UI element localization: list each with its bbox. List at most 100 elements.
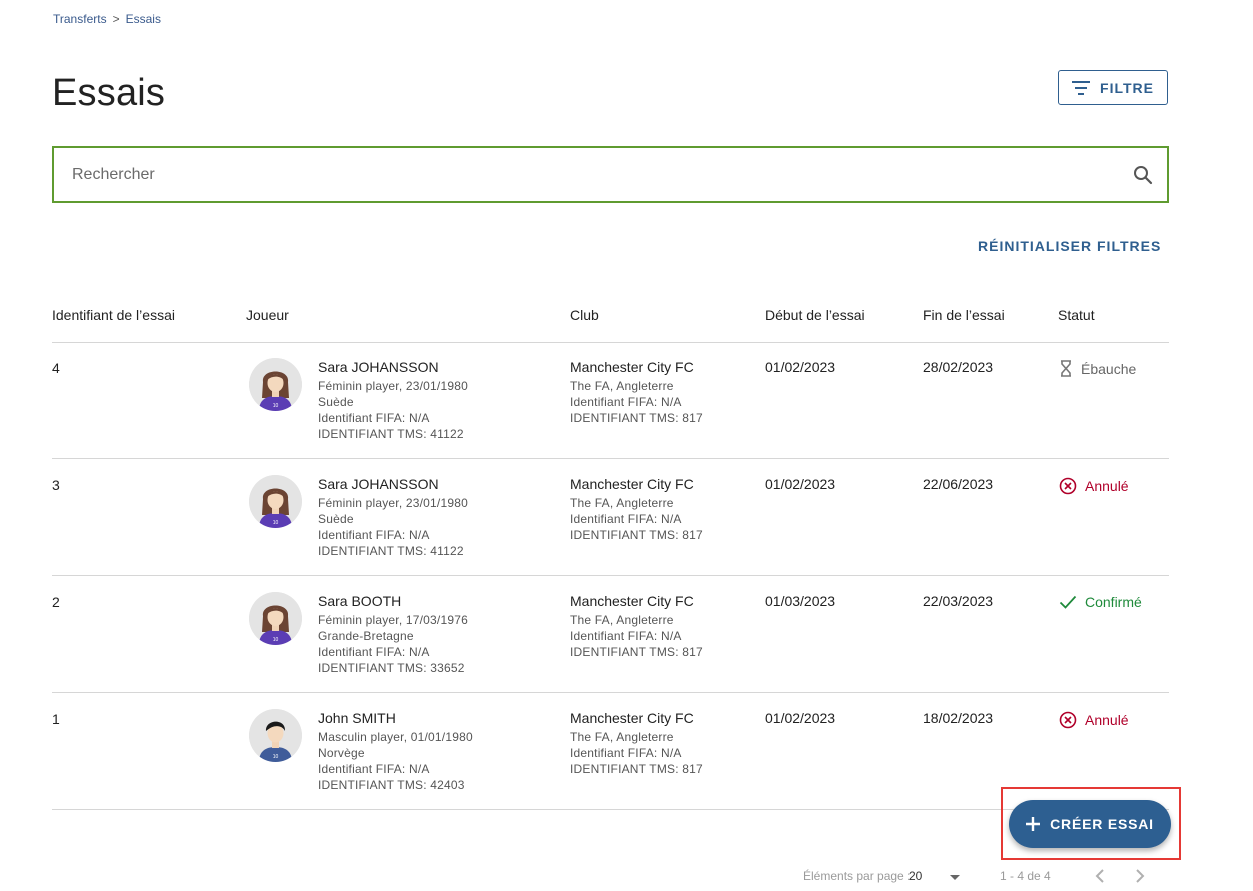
player-details: Féminin player, 23/01/1980 (318, 379, 468, 393)
player-tms-id: IDENTIFIANT TMS: 42403 (318, 778, 465, 792)
trial-end-date: 28/02/2023 (923, 359, 994, 375)
column-header-end[interactable]: Fin de l’essai (923, 307, 1005, 323)
trial-id: 4 (52, 360, 60, 376)
status-label: Ébauche (1081, 360, 1137, 377)
svg-text:10: 10 (273, 754, 279, 760)
player-tms-id: IDENTIFIANT TMS: 41122 (318, 427, 464, 441)
search-input[interactable] (70, 164, 1133, 185)
status-badge: Annulé (1059, 477, 1129, 495)
club-association: The FA, Angleterre (570, 613, 674, 627)
player-country: Suède (318, 395, 354, 409)
female-player-avatar-icon: 10 (249, 592, 302, 645)
player-name[interactable]: Sara JOHANSSON (318, 359, 468, 375)
status-label: Confirmé (1085, 594, 1142, 610)
filter-button-label: FILTRE (1100, 79, 1154, 96)
trial-id: 2 (52, 594, 60, 610)
player-details: Féminin player, 17/03/1976 (318, 613, 468, 627)
column-header-status[interactable]: Statut (1058, 307, 1095, 323)
cancel-circle-icon (1059, 711, 1077, 729)
svg-text:10: 10 (273, 637, 279, 643)
items-per-page-select[interactable]: 20 (909, 869, 922, 883)
chevron-right-icon[interactable] (1134, 868, 1146, 884)
club-fifa-id: Identifiant FIFA: N/A (570, 629, 682, 643)
club-tms-id: IDENTIFIANT TMS: 817 (570, 411, 703, 425)
player-fifa-id: Identifiant FIFA: N/A (318, 528, 430, 542)
player-name[interactable]: Sara BOOTH (318, 593, 468, 609)
table-row[interactable]: 4 10 Sara JOHANSSON Féminin player, 23/0… (52, 342, 1169, 459)
column-header-club[interactable]: Club (570, 307, 599, 323)
reset-filters-link[interactable]: RÉINITIALISER FILTRES (978, 238, 1161, 254)
player-country: Grande-Bretagne (318, 629, 414, 643)
table-row[interactable]: 3 10 Sara JOHANSSON Féminin player, 23/0… (52, 459, 1169, 576)
status-badge: Confirmé (1059, 594, 1142, 610)
plus-icon (1026, 817, 1041, 831)
filter-button[interactable]: FILTRE (1058, 70, 1168, 105)
player-country: Suède (318, 512, 354, 526)
club-association: The FA, Angleterre (570, 496, 674, 510)
trial-start-date: 01/02/2023 (765, 710, 836, 726)
column-header-start[interactable]: Début de l’essai (765, 307, 865, 323)
trial-start-date: 01/02/2023 (765, 359, 836, 375)
male-player-avatar-icon: 10 (249, 709, 302, 762)
player-info: Sara JOHANSSON Féminin player, 23/01/198… (318, 476, 468, 559)
club-tms-id: IDENTIFIANT TMS: 817 (570, 762, 703, 776)
pagination: Éléments par page : 20 1 - 4 de 4 (0, 869, 1253, 887)
page-range: 1 - 4 de 4 (1000, 869, 1051, 883)
player-details: Féminin player, 23/01/1980 (318, 496, 468, 510)
player-fifa-id: Identifiant FIFA: N/A (318, 645, 430, 659)
player-tms-id: IDENTIFIANT TMS: 33652 (318, 661, 465, 675)
dropdown-arrow-icon[interactable] (950, 875, 960, 880)
status-badge: Ébauche (1059, 360, 1136, 377)
club-fifa-id: Identifiant FIFA: N/A (570, 512, 682, 526)
table-header: Identifiant de l’essai Joueur Club Début… (52, 306, 1169, 343)
player-name[interactable]: Sara JOHANSSON (318, 476, 468, 492)
avatar: 10 (249, 475, 302, 528)
page-title: Essais (52, 72, 166, 114)
female-player-avatar-icon: 10 (249, 475, 302, 528)
club-association: The FA, Angleterre (570, 379, 674, 393)
player-country: Norvège (318, 746, 365, 760)
player-info: John SMITH Masculin player, 01/01/1980 N… (318, 710, 473, 793)
chevron-left-icon[interactable] (1094, 868, 1106, 884)
check-icon (1059, 595, 1077, 609)
svg-text:10: 10 (273, 403, 279, 409)
player-name[interactable]: John SMITH (318, 710, 473, 726)
trial-id: 3 (52, 477, 60, 493)
trial-end-date: 18/02/2023 (923, 710, 994, 726)
column-header-id[interactable]: Identifiant de l’essai (52, 307, 175, 323)
club-name: Manchester City FC (570, 593, 694, 609)
create-trial-button[interactable]: CRÉER ESSAI (1009, 800, 1171, 848)
player-fifa-id: Identifiant FIFA: N/A (318, 762, 430, 776)
avatar: 10 (249, 592, 302, 645)
search-icon[interactable] (1133, 165, 1153, 185)
club-fifa-id: Identifiant FIFA: N/A (570, 746, 682, 760)
club-info: Manchester City FC The FA, Angleterre Id… (570, 359, 703, 426)
status-badge: Annulé (1059, 711, 1129, 729)
breadcrumb-parent-link[interactable]: Transferts (53, 12, 107, 26)
player-info: Sara JOHANSSON Féminin player, 23/01/198… (318, 359, 468, 442)
player-details: Masculin player, 01/01/1980 (318, 730, 473, 744)
player-info: Sara BOOTH Féminin player, 17/03/1976 Gr… (318, 593, 468, 676)
trial-start-date: 01/03/2023 (765, 593, 836, 609)
trial-end-date: 22/03/2023 (923, 593, 994, 609)
club-name: Manchester City FC (570, 476, 694, 492)
club-name: Manchester City FC (570, 710, 694, 726)
hourglass-icon (1061, 360, 1071, 377)
column-header-player[interactable]: Joueur (246, 307, 289, 323)
club-association: The FA, Angleterre (570, 730, 674, 744)
club-info: Manchester City FC The FA, Angleterre Id… (570, 476, 703, 543)
svg-text:10: 10 (273, 520, 279, 526)
items-per-page-label: Éléments par page : (803, 869, 911, 883)
avatar: 10 (249, 358, 302, 411)
player-tms-id: IDENTIFIANT TMS: 41122 (318, 544, 464, 558)
status-label: Annulé (1085, 712, 1129, 728)
filter-icon (1072, 80, 1091, 95)
breadcrumb-separator: > (112, 12, 120, 26)
club-fifa-id: Identifiant FIFA: N/A (570, 395, 682, 409)
trial-id: 1 (52, 711, 60, 727)
club-name: Manchester City FC (570, 359, 694, 375)
breadcrumb-current[interactable]: Essais (126, 12, 161, 26)
cancel-circle-icon (1059, 477, 1077, 495)
table-row[interactable]: 2 10 Sara BOOTH Féminin player, 17/03/19… (52, 576, 1169, 693)
avatar: 10 (249, 709, 302, 762)
